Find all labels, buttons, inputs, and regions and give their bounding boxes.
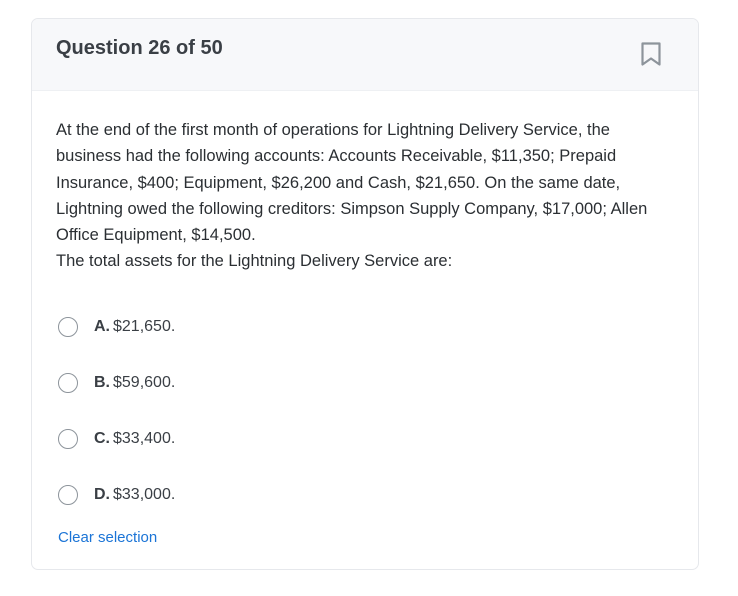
answer-options: A. $21,650. B. $59,600. C. $33,400. D. $… — [56, 299, 674, 523]
option-letter: D. — [94, 485, 110, 503]
option-text: $21,650. — [113, 317, 176, 335]
option-text: $33,000. — [113, 485, 176, 503]
question-card: Question 26 of 50 At the end of the firs… — [31, 18, 699, 570]
question-header: Question 26 of 50 — [32, 19, 698, 91]
question-title: Question 26 of 50 — [56, 37, 223, 59]
option-letter: B. — [94, 373, 110, 391]
clear-selection-link[interactable]: Clear selection — [58, 529, 157, 546]
option-text: $33,400. — [113, 429, 176, 447]
option-a[interactable]: A. $21,650. — [56, 299, 674, 355]
question-text: At the end of the first month of operati… — [56, 121, 648, 271]
bookmark-icon — [639, 41, 663, 67]
option-b[interactable]: B. $59,600. — [56, 355, 674, 411]
radio-button[interactable] — [58, 484, 78, 505]
option-c[interactable]: C. $33,400. — [56, 411, 674, 467]
option-text: $59,600. — [113, 373, 176, 391]
bookmark-button[interactable] — [639, 41, 663, 67]
option-d[interactable]: D. $33,000. — [56, 467, 674, 523]
question-body: At the end of the first month of operati… — [32, 91, 698, 547]
radio-button[interactable] — [58, 316, 78, 337]
radio-button[interactable] — [58, 372, 78, 393]
option-letter: C. — [94, 429, 110, 447]
option-letter: A. — [94, 317, 110, 335]
radio-button[interactable] — [58, 428, 78, 449]
